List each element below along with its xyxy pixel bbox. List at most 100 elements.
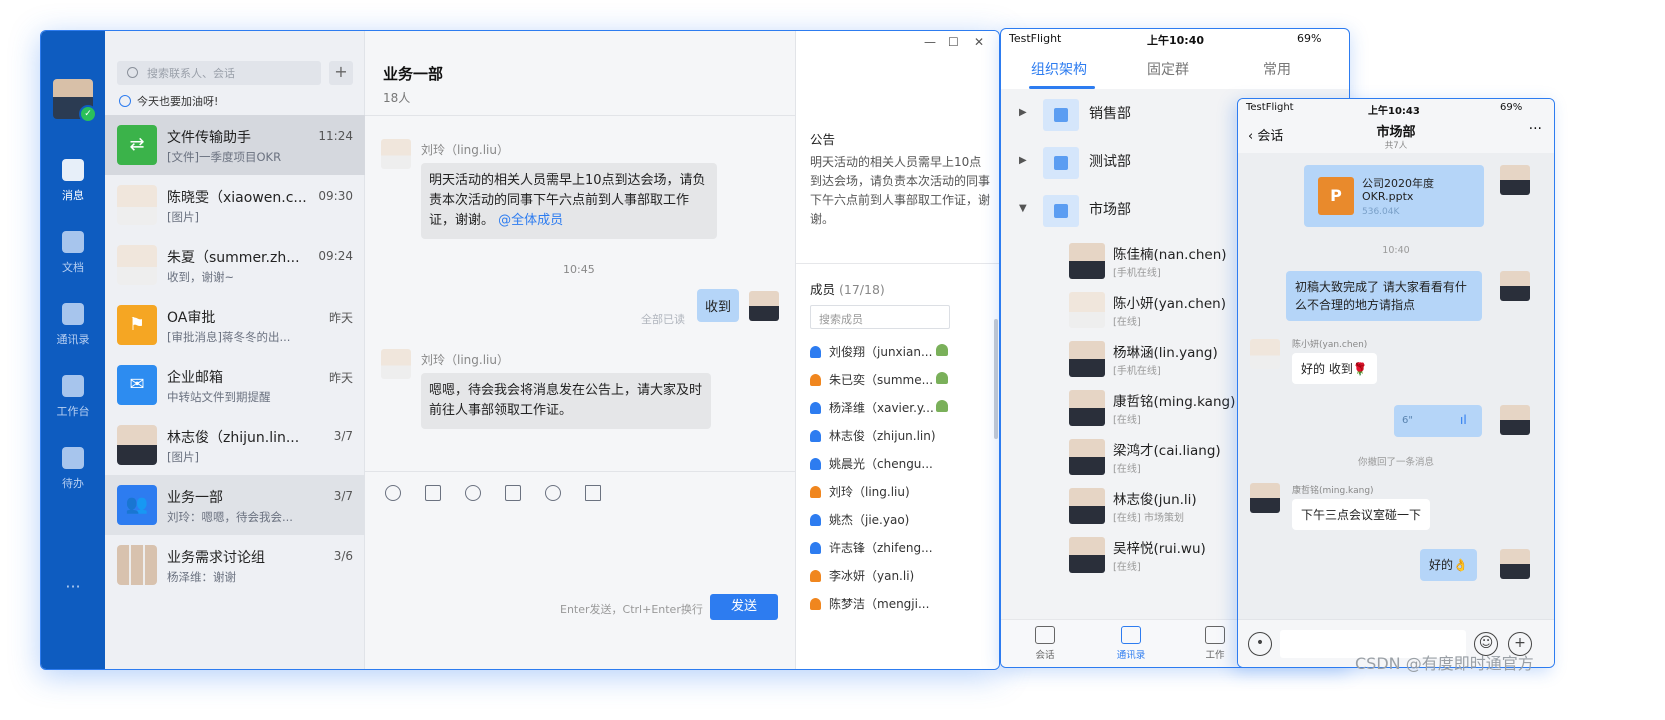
more-icon[interactable]: ··· — [41, 577, 105, 596]
conversation-item[interactable]: ✉ 企业邮箱 昨天 中转站文件到期提醒 — [105, 355, 365, 415]
collapse-arrow-icon: ▼ — [1019, 203, 1027, 214]
approval-icon: ⚑ — [117, 305, 157, 345]
voice-message[interactable]: 6" ıl — [1394, 405, 1482, 437]
divider — [365, 115, 795, 116]
person-icon — [810, 542, 821, 554]
send-button[interactable]: 发送 — [710, 594, 778, 620]
person-icon — [810, 458, 821, 470]
nav-rail: 消息 文档 通讯录 工作台 待办 ··· — [41, 31, 105, 669]
emoji-icon[interactable] — [385, 485, 401, 501]
folder-icon[interactable] — [505, 485, 521, 501]
rail-item-contacts[interactable]: 通讯录 — [41, 303, 105, 347]
person-icon — [810, 570, 821, 582]
contacts-icon — [1121, 626, 1141, 644]
person-icon — [810, 346, 821, 358]
member-search-input[interactable]: 搜索成员 — [810, 305, 950, 329]
screenshot-icon[interactable] — [465, 485, 481, 501]
conversation-item[interactable]: ⇄ 文件传输助手 11:24 [文件]一季度项目OKR — [105, 115, 365, 175]
conversation-item[interactable]: ⚑ OA审批 昨天 [审批消息]蒋冬冬的出... — [105, 295, 365, 355]
close-button[interactable]: ✕ — [974, 35, 984, 49]
watermark: CSDN @有度即时通官方 — [1355, 654, 1534, 673]
conversation-item[interactable]: 陈晓雯（xiaowen.c... 09:30 [图片] — [105, 175, 365, 235]
mention-link[interactable]: @全体成员 — [498, 213, 563, 228]
avatar — [1069, 243, 1105, 279]
mail-icon: ✉ — [117, 365, 157, 405]
status-bar: TestFlight 上午10:40 69% — [1009, 32, 1322, 47]
time-separator: 10:40 — [1382, 245, 1410, 256]
user-avatar[interactable] — [53, 79, 97, 123]
file-message[interactable]: P 公司2020年度OKR.pptx 536.04K — [1304, 165, 1484, 227]
conversation-item[interactable]: 业务需求讨论组 3/6 杨泽维：谢谢 — [105, 535, 365, 595]
avatar — [1250, 483, 1280, 513]
avatar — [1069, 439, 1105, 475]
more-icon[interactable]: ··· — [1529, 121, 1542, 137]
avatar — [1069, 341, 1105, 377]
avatar — [749, 291, 779, 321]
member-item[interactable]: 李冰妍（yan.li) — [810, 567, 990, 587]
status-motto[interactable]: 今天也要加油呀! — [119, 93, 218, 109]
conversation-item[interactable]: 👥 业务一部 3/7 刘玲：嗯嗯，待会我会... — [105, 475, 365, 535]
tab-frequent[interactable]: 常用 — [1263, 59, 1291, 79]
message-bubble-mine[interactable]: 初稿大致完成了 请大家看看有什么不合理的地方请指点 — [1286, 271, 1482, 321]
person-icon — [810, 514, 821, 526]
maximize-button[interactable]: ☐ — [948, 35, 959, 49]
department-icon — [1043, 99, 1079, 131]
scrollbar[interactable] — [994, 319, 998, 439]
member-item[interactable]: 许志锋（zhifeng... — [810, 539, 990, 559]
nav-work[interactable]: 工作 — [1185, 626, 1245, 661]
message-bubble-mine[interactable]: 收到 — [697, 289, 740, 322]
member-item[interactable]: 林志俊（zhijun.lin) — [810, 427, 990, 447]
conversation-list: 搜索联系人、会话 + 今天也要加油呀! ⇄ 文件传输助手 11:24 [文件]一… — [105, 31, 365, 669]
conversation-item[interactable]: 朱夏（summer.zh... 09:24 收到，谢谢~ — [105, 235, 365, 295]
avatar — [1500, 405, 1530, 435]
search-input[interactable]: 搜索联系人、会话 — [117, 61, 321, 85]
image-icon[interactable] — [425, 485, 441, 501]
minimize-button[interactable]: — — [924, 35, 936, 49]
person-icon — [810, 402, 821, 414]
rail-item-workbench[interactable]: 工作台 — [41, 375, 105, 419]
check-icon[interactable] — [545, 485, 561, 501]
avatar — [381, 349, 411, 379]
member-item[interactable]: 陈梦洁（mengji... — [810, 595, 990, 615]
member-item[interactable]: 刘俊翔（junxian... — [810, 343, 990, 363]
rail-item-messages[interactable]: 消息 — [41, 159, 105, 203]
department-icon — [1043, 147, 1079, 179]
message-bubble[interactable]: 下午三点会议室碰一下 — [1292, 499, 1431, 530]
conversation-item[interactable]: 林志俊（zhijun.lin... 3/7 [图片] — [105, 415, 365, 475]
chat-member-count: 共7人 — [1384, 141, 1408, 151]
chat-title: 市场部 — [1376, 125, 1416, 140]
rail-item-todo[interactable]: 待办 — [41, 447, 105, 491]
contacts-icon — [62, 303, 84, 325]
chart-icon[interactable] — [585, 485, 601, 501]
admin-badge-icon — [936, 400, 948, 412]
message-bubble[interactable]: 嗯嗯，待会我会将消息发在公告上，请大家及时前往人事部领取工作证。 — [421, 373, 711, 429]
send-hint: Enter发送，Ctrl+Enter换行 — [560, 603, 703, 616]
workbench-icon — [62, 375, 84, 397]
member-item[interactable]: 刘玲（ling.liu) — [810, 483, 990, 503]
member-item[interactable]: 杨泽维（xavier.y... — [810, 399, 990, 419]
avatar — [1069, 537, 1105, 573]
message-bubble-mine[interactable]: 好的👌 — [1420, 549, 1477, 581]
tab-org[interactable]: 组织架构 — [1031, 59, 1087, 79]
person-icon — [810, 598, 821, 610]
avatar — [1500, 165, 1530, 195]
member-item[interactable]: 姚晨光（chengu... — [810, 455, 990, 475]
microphone-icon[interactable]: • — [1248, 632, 1272, 656]
announcement-body: 明天活动的相关人员需早上10点到达会场，请负责本次活动的同事下午六点前到人事部取… — [810, 155, 991, 226]
message-bubble[interactable]: 明天活动的相关人员需早上10点到达会场，请负责本次活动的同事下午六点前到人事部取… — [421, 163, 717, 239]
rail-item-documents[interactable]: 文档 — [41, 231, 105, 275]
group-icon: 👥 — [117, 485, 157, 525]
tab-fixed-groups[interactable]: 固定群 — [1147, 59, 1189, 79]
tab-bar: 组织架构 固定群 常用 — [1001, 51, 1349, 89]
document-icon — [62, 231, 84, 253]
nav-contacts[interactable]: 通讯录 — [1101, 626, 1161, 661]
member-item[interactable]: 姚杰（jie.yao) — [810, 511, 990, 531]
message-bubble[interactable]: 好的 收到🌹 — [1292, 353, 1377, 384]
add-button[interactable]: + — [329, 61, 353, 85]
member-item[interactable]: 朱已奕（summe... — [810, 371, 990, 391]
briefcase-icon — [1205, 626, 1225, 644]
desktop-window: 消息 文档 通讯录 工作台 待办 ··· 搜索联系人、会话 + 今天也要加油呀!… — [40, 30, 1000, 670]
smile-icon — [119, 95, 131, 107]
nav-chats[interactable]: 会话 — [1015, 626, 1075, 661]
group-avatar — [117, 545, 157, 585]
